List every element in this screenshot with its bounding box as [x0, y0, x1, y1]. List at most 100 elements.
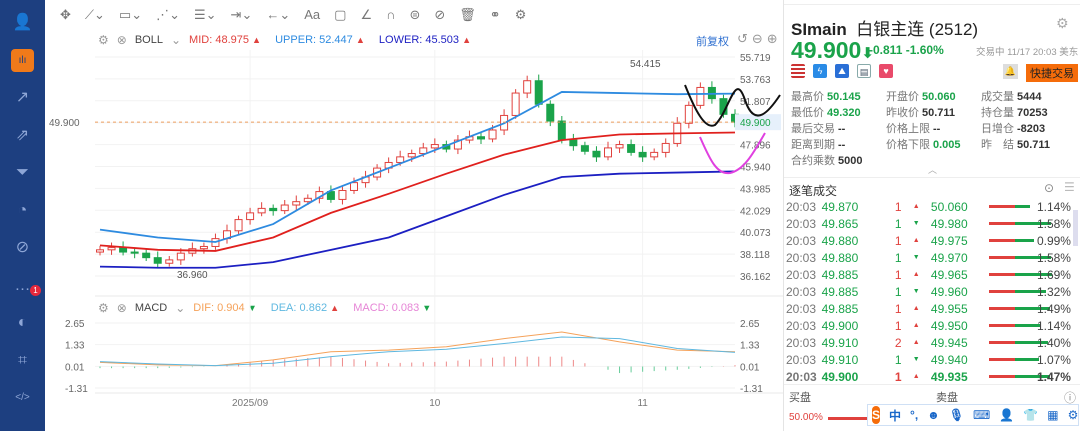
settings-icon[interactable]: ⚙ — [98, 301, 109, 315]
depth-pct: 1.40% — [1036, 335, 1071, 350]
up-arrow-icon: ▲ — [912, 237, 920, 244]
move-tool-icon[interactable]: ✥ — [60, 7, 71, 23]
emoji-icon[interactable]: ☻ — [927, 408, 940, 422]
sidebar-exchange-icon[interactable]: ⊘ — [11, 236, 34, 259]
sidebar-moon-icon[interactable]: ◐ — [11, 311, 34, 334]
user-icon[interactable]: 👤 — [999, 408, 1014, 422]
collapse-icon[interactable]: ︿ — [928, 163, 937, 176]
ime-lang[interactable]: 中 — [889, 407, 901, 424]
drawn-curve-magenta — [699, 132, 766, 175]
stat-value: 50.145 — [827, 91, 861, 103]
delete-tool-icon[interactable]: 🗑 — [459, 7, 476, 23]
candle — [176, 252, 185, 261]
macd-tick-label: -1.31 — [740, 384, 763, 395]
settings-icon[interactable]: ⚙ — [1068, 408, 1079, 422]
candle — [211, 238, 220, 247]
sidebar-user-icon[interactable]: 👤 — [11, 11, 34, 34]
indicator-name[interactable]: MACD — [135, 302, 167, 314]
punctuation-icon[interactable]: °, — [910, 408, 918, 422]
path-tool-icon[interactable]: ⋰⌄ — [156, 7, 180, 23]
depth-pct: 1.32% — [1036, 284, 1071, 299]
favorite-heart-icon[interactable]: ♥ — [879, 64, 893, 78]
price-chart[interactable]: 55.719 53.763 51.807 47.896 45.940 43.985 42.0… — [45, 0, 784, 431]
settings-icon[interactable]: ⚙ — [98, 33, 109, 47]
sidebar-trend-icon[interactable]: ↗ — [11, 86, 34, 109]
trade-time: 20:03 — [786, 301, 817, 316]
document-icon[interactable]: ▤ — [857, 64, 871, 78]
candle — [384, 161, 393, 169]
line-tool-icon[interactable]: ⟋⌄ — [85, 7, 105, 23]
arrow-tool-icon[interactable]: ←⌄ — [266, 7, 290, 23]
list-icon[interactable]: ☰ — [1064, 180, 1075, 194]
candle — [280, 204, 289, 212]
mid-value: 48.975 — [215, 34, 249, 46]
depth-pct: 1.47% — [1036, 369, 1071, 384]
comment-tool-icon[interactable]: ▢ — [334, 7, 346, 23]
compare-tool-icon[interactable]: ⚭ — [490, 7, 501, 23]
stat-item: 开盘价 50.060 — [886, 90, 981, 105]
stat-value: 49.320 — [827, 107, 861, 119]
ime-toolbar[interactable]: S 中 °, ☻ 🎙 ⌨ 👤 👕 ▦ ⚙ — [867, 404, 1079, 426]
text-box-tool-icon[interactable]: ☰⌄ — [194, 7, 217, 23]
candle — [234, 219, 243, 232]
range-tool-icon[interactable]: ⇥⌄ — [231, 7, 253, 23]
depth-pct: 1.69% — [1036, 267, 1071, 282]
flash-icon[interactable]: ϟ — [813, 64, 827, 78]
candle — [199, 245, 208, 250]
candle — [326, 191, 335, 200]
keyboard-icon[interactable]: ⌨ — [973, 408, 990, 422]
scrollbar[interactable] — [1073, 210, 1078, 246]
close-icon[interactable]: ⊗ — [117, 33, 127, 47]
rotate-tool-icon[interactable]: ⊜ — [409, 7, 420, 23]
sidebar-funnel-icon[interactable]: ⏷ — [11, 161, 34, 184]
macd-tick-label: 2.65 — [740, 319, 760, 330]
x-tick-label: 11 — [637, 398, 648, 409]
trade-price: 49.910 — [821, 335, 859, 350]
hide-tool-icon[interactable]: ⊘ — [434, 7, 445, 23]
trade-row: 20:03 49.880 1 ▼ 49.970 1.58% — [786, 249, 1071, 266]
depth-pct: 1.07% — [1036, 352, 1071, 367]
settings-icon[interactable]: ⚙ — [1056, 15, 1069, 32]
adjust-mode-button[interactable]: 前复权 — [696, 33, 729, 49]
sidebar-code-icon[interactable]: </> — [11, 386, 34, 409]
indicator-name[interactable]: BOLL — [135, 34, 163, 46]
candle — [731, 113, 739, 123]
arch-tool-icon[interactable]: ∩ — [386, 7, 395, 23]
trade-price: 49.900 — [821, 318, 859, 333]
trade-row: 20:03 49.900 1 ▲ 49.935 1.47% — [786, 368, 1071, 385]
close-icon[interactable]: ⊗ — [117, 301, 127, 315]
trade-volume: 1 — [894, 369, 902, 384]
last-price-tag — [735, 114, 781, 131]
trade-volume: 1 — [894, 216, 902, 231]
macd-tick-label: 0.01 — [65, 362, 85, 373]
stat-value: 70253 — [1017, 107, 1048, 119]
candle — [453, 139, 462, 150]
skin-icon[interactable]: 👕 — [1023, 408, 1038, 422]
boll-upper-line — [99, 91, 736, 243]
angle-tool-icon[interactable]: ∠ — [360, 7, 372, 23]
bell-icon[interactable]: 🔔 — [1003, 64, 1018, 79]
dif-value: 0.904 — [217, 302, 245, 314]
sidebar-gamepad-icon[interactable]: ⌗ — [11, 349, 34, 372]
candle — [557, 120, 566, 141]
rect-tool-icon[interactable]: ▭⌄ — [119, 7, 142, 23]
candle — [465, 136, 474, 141]
zoom-controls[interactable]: ↺⊖⊕ — [737, 31, 782, 47]
settings-tool-icon[interactable]: ⚙ — [515, 7, 527, 23]
candle — [615, 144, 624, 149]
down-arrow-icon: ▼ — [912, 254, 920, 261]
sidebar-pie-icon[interactable]: ◔ — [11, 199, 34, 222]
aa-tool-icon[interactable]: Aa — [304, 7, 320, 23]
depth-price: 49.945 — [930, 335, 968, 350]
sidebar-rank-icon[interactable]: ⇗ — [11, 124, 34, 147]
depth-price: 49.975 — [930, 233, 968, 248]
depth-price: 49.955 — [930, 301, 968, 316]
trade-price: 49.910 — [821, 352, 859, 367]
mic-icon[interactable]: 🎙 — [949, 408, 964, 422]
triangle-icon[interactable]: ⛰ — [835, 64, 849, 78]
apps-icon[interactable]: ▦ — [1047, 408, 1058, 422]
quick-trade-button[interactable]: 快捷交易 — [1026, 64, 1078, 82]
sidebar-bar-chart-icon[interactable]: ılı — [11, 48, 34, 72]
more-icon[interactable]: ⊙ — [1044, 181, 1054, 195]
trade-row: 20:03 49.910 1 ▼ 49.940 1.07% — [786, 351, 1071, 368]
